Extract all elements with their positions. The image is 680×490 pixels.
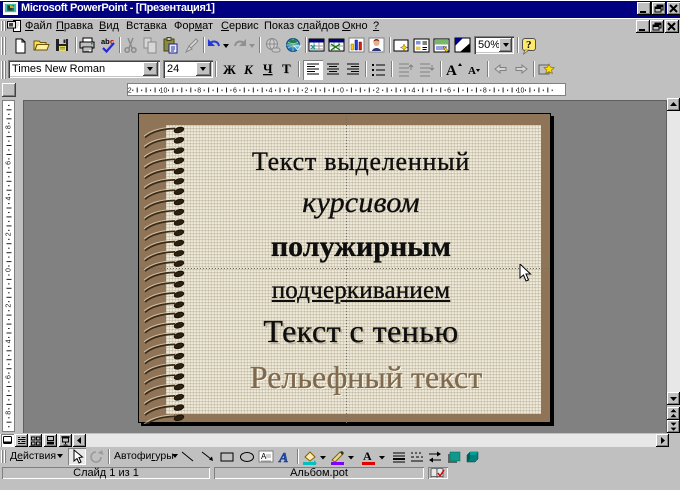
svg-text:4: 4 (5, 197, 12, 201)
svg-text:6: 6 (233, 88, 237, 95)
svg-text:Ч: Ч (263, 61, 273, 76)
svg-text:10: 10 (517, 88, 525, 95)
svg-text:А: А (468, 65, 476, 77)
svg-text:8: 8 (197, 88, 201, 95)
svg-text:6: 6 (5, 161, 12, 165)
svg-text:Т: Т (282, 61, 291, 76)
svg-text:2: 2 (304, 88, 308, 95)
svg-text:А: А (363, 449, 372, 463)
svg-text:4: 4 (269, 88, 273, 95)
svg-text:8: 8 (5, 125, 12, 129)
svg-text:0: 0 (340, 88, 344, 95)
svg-text:10: 10 (160, 88, 168, 95)
svg-text:4: 4 (411, 88, 415, 95)
svg-text:А: А (446, 63, 457, 79)
svg-text:2: 2 (5, 304, 12, 308)
svg-text:А: А (261, 452, 267, 461)
svg-text:8: 8 (483, 88, 487, 95)
svg-text:4: 4 (5, 339, 12, 343)
svg-text:2: 2 (5, 232, 12, 236)
svg-text:Ж: Ж (223, 62, 236, 77)
svg-text:К: К (243, 62, 254, 77)
svg-text:А: А (278, 451, 288, 465)
svg-text:6: 6 (5, 375, 12, 379)
svg-text:2: 2 (376, 88, 380, 95)
svg-text:?: ? (526, 39, 532, 51)
svg-text:6: 6 (447, 88, 451, 95)
svg-text:ab: ab (101, 37, 110, 46)
svg-text:12: 12 (127, 88, 132, 95)
svg-text:8: 8 (5, 411, 12, 415)
svg-text:0: 0 (5, 268, 12, 272)
